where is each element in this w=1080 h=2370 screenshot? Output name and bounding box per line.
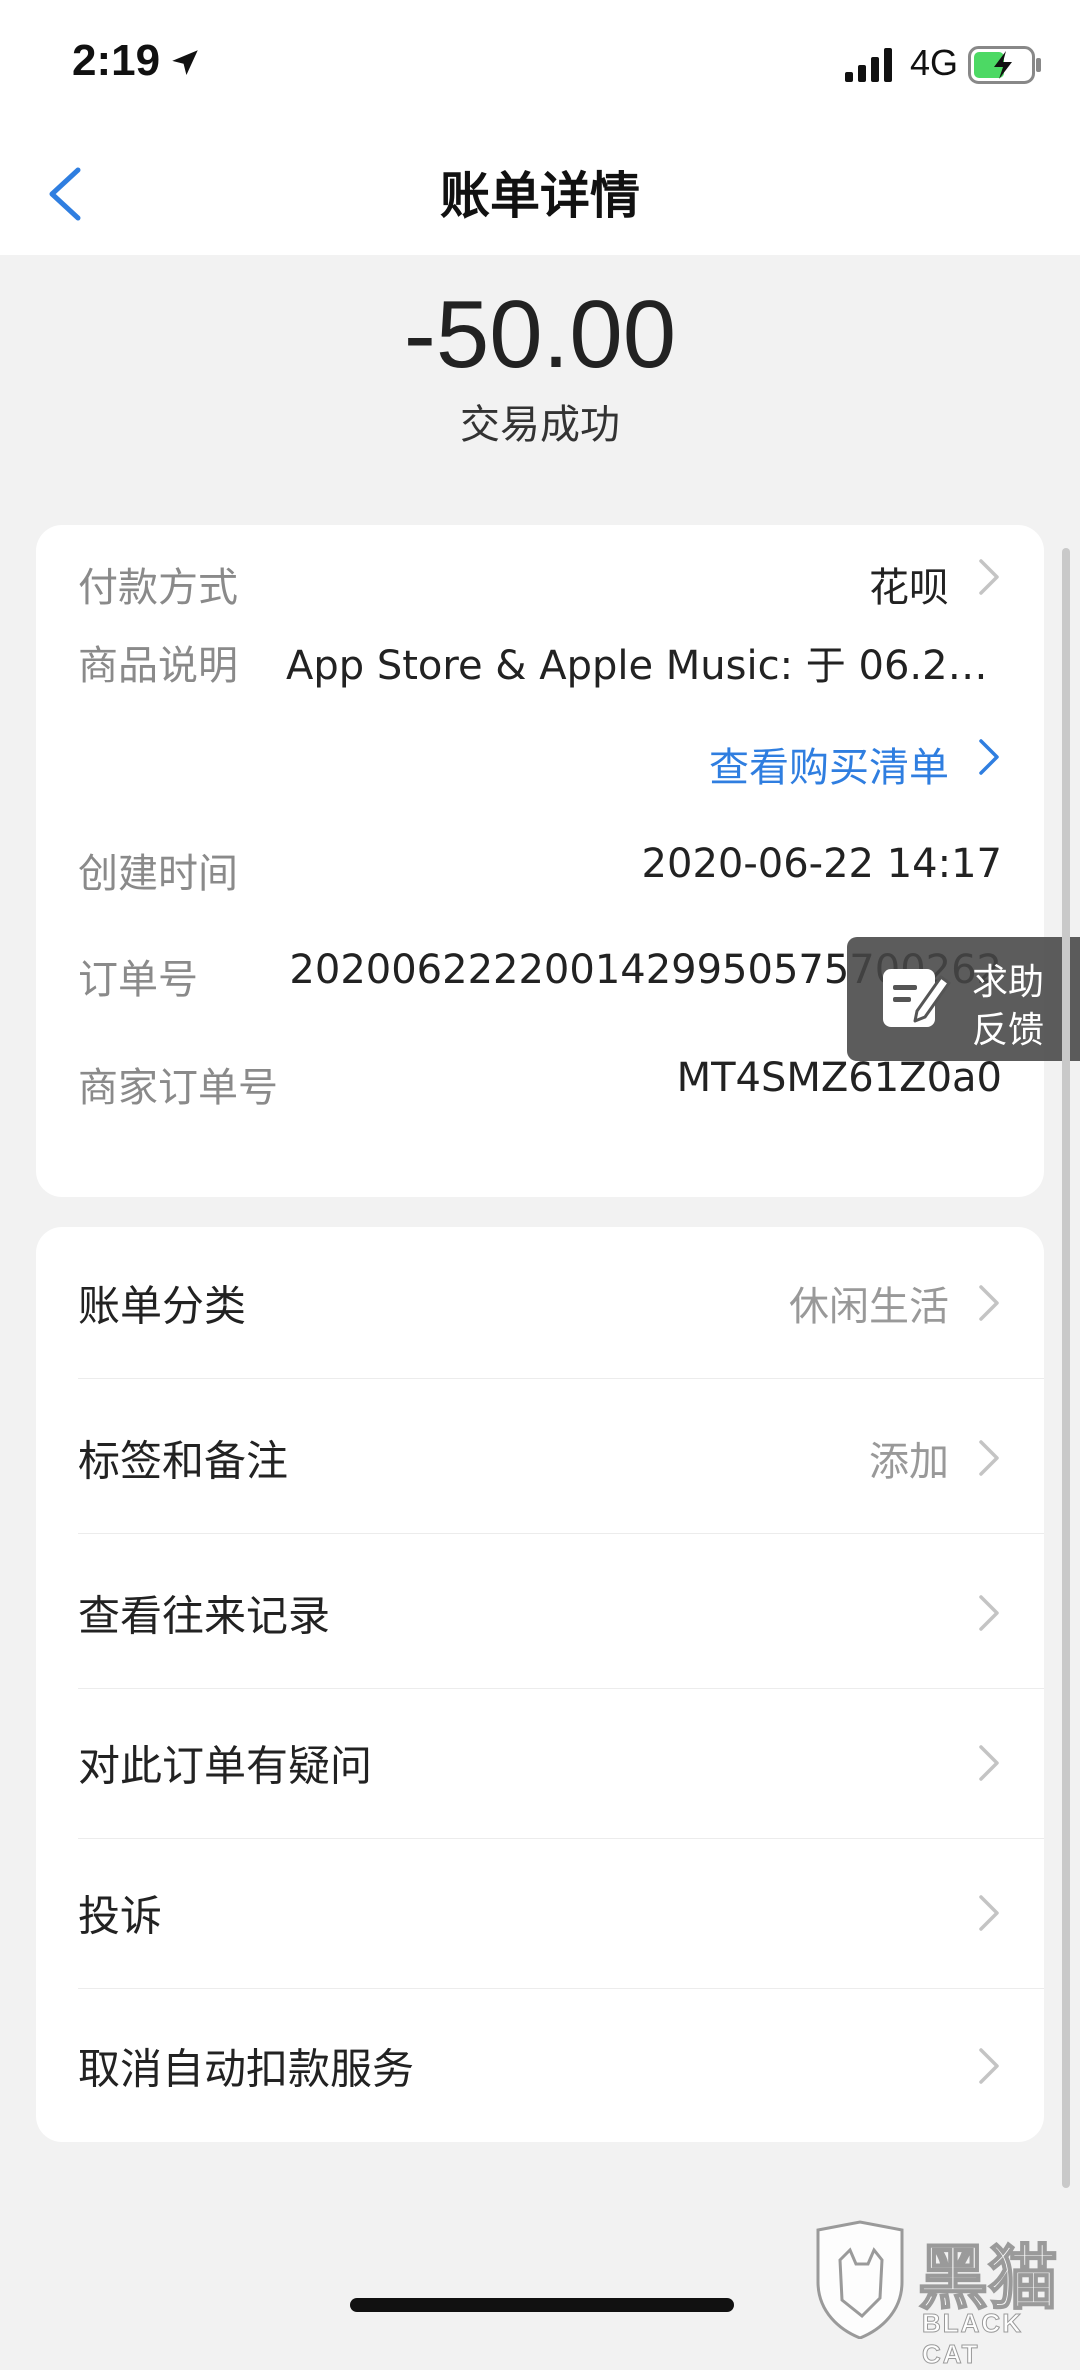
transaction-status: 交易成功 <box>460 402 620 448</box>
edit-note-icon <box>883 969 951 1027</box>
created-time-row: 创建时间 2020-06-22 14:17 <box>36 825 1044 925</box>
home-indicator[interactable] <box>350 2298 734 2312</box>
chevron-right-icon <box>979 1595 999 1631</box>
bill-category-row[interactable]: 账单分类 休闲生活 <box>36 1227 1044 1379</box>
cancel-auto-deduction-label: 取消自动扣款服务 <box>78 2044 415 2094</box>
cancel-auto-deduction-row[interactable]: 取消自动扣款服务 <box>36 1990 1044 2142</box>
payment-method-value: 花呗 <box>869 565 949 611</box>
purchase-list-link[interactable]: 查看购买清单 <box>709 735 949 793</box>
chevron-right-icon <box>979 1895 999 1931</box>
chevron-right-icon <box>979 559 999 595</box>
transaction-amount: -50.00 <box>403 281 677 388</box>
network-type: 4G <box>910 42 959 83</box>
divider <box>78 1378 1044 1379</box>
battery-charging-icon <box>968 46 1041 84</box>
details-card: 付款方式 花呗 商品说明 App Store & Apple Music: 于 … <box>36 525 1044 1197</box>
transaction-history-label: 查看往来记录 <box>78 1591 331 1641</box>
feedback-label-line1: 求助 <box>972 962 1045 1003</box>
feedback-label-line2: 反馈 <box>972 1010 1045 1051</box>
chevron-right-icon <box>979 1440 999 1476</box>
chevron-right-icon <box>979 1285 999 1321</box>
actions-card: 账单分类 休闲生活 标签和备注 添加 查看往来记录 对此订单有疑问 投诉 取消自… <box>36 1227 1044 2142</box>
order-number-label: 订单号 <box>78 957 198 1003</box>
tags-notes-row[interactable]: 标签和备注 添加 <box>36 1382 1044 1534</box>
status-bar: 2:19 4G <box>0 0 1080 130</box>
order-question-row[interactable]: 对此订单有疑问 <box>36 1687 1044 1839</box>
chevron-right-icon <box>979 2048 999 2084</box>
help-feedback-button[interactable]: 求助 反馈 <box>847 937 1080 1061</box>
watermark: 黑猫 BLACK CAT <box>810 2220 1080 2370</box>
product-description-label: 商品说明 <box>78 643 238 689</box>
divider <box>78 1533 1044 1534</box>
chevron-right-icon <box>979 739 999 775</box>
tags-notes-value: 添加 <box>869 1439 949 1485</box>
scrollbar[interactable] <box>1062 548 1070 2188</box>
tags-notes-label: 标签和备注 <box>78 1436 289 1486</box>
payment-method-label: 付款方式 <box>78 565 238 611</box>
status-time: 2:19 <box>72 36 161 85</box>
complaint-label: 投诉 <box>78 1891 163 1941</box>
transaction-history-row[interactable]: 查看往来记录 <box>36 1537 1044 1689</box>
signal-bars-icon <box>845 48 892 82</box>
bill-category-label: 账单分类 <box>78 1281 247 1331</box>
cat-shield-icon <box>816 2220 904 2339</box>
payment-method-row[interactable]: 付款方式 花呗 <box>36 525 1044 625</box>
merchant-order-value: MT4SMZ61Z0a0 <box>676 1055 1002 1101</box>
divider <box>78 1988 1044 1989</box>
bill-category-value: 休闲生活 <box>789 1284 949 1330</box>
order-question-label: 对此订单有疑问 <box>78 1741 373 1791</box>
merchant-order-label: 商家订单号 <box>78 1065 278 1111</box>
created-time-value: 2020-06-22 14:17 <box>641 841 1002 887</box>
watermark-english-text: BLACK CAT <box>922 2308 1023 2370</box>
product-description-row: 商品说明 App Store & Apple Music: 于 06.22... <box>36 625 1044 725</box>
page-title: 账单详情 <box>440 167 640 225</box>
location-arrow-icon <box>172 50 198 76</box>
created-time-label: 创建时间 <box>78 851 238 897</box>
chevron-right-icon <box>979 1745 999 1781</box>
nav-bar: 账单详情 <box>0 130 1080 255</box>
complaint-row[interactable]: 投诉 <box>36 1837 1044 1989</box>
product-description-value: App Store & Apple Music: 于 06.22... <box>286 643 1002 689</box>
purchase-list-row[interactable]: 查看购买清单 <box>36 725 1044 825</box>
